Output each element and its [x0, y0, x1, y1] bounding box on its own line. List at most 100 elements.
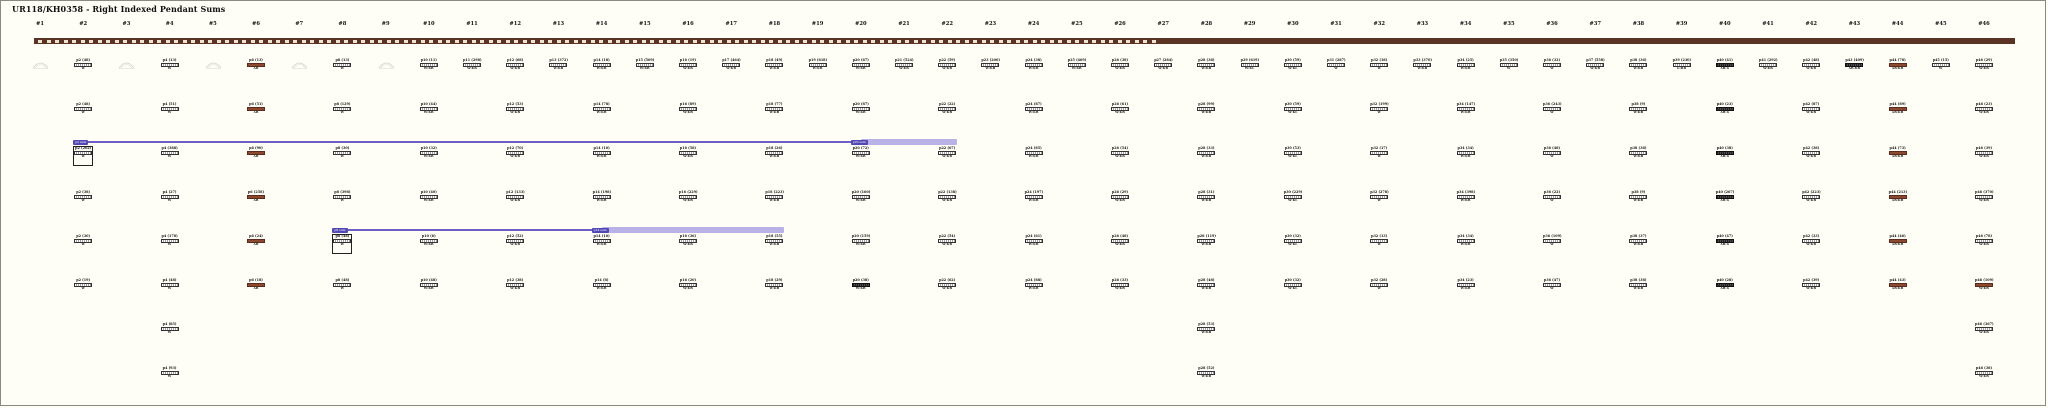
pendant-cell[interactable]: p4 (48) W — [160, 278, 179, 290]
pendant-cell[interactable]: p25 (469) W:KB — [1067, 58, 1086, 70]
pendant-cell[interactable]: p43 (409) AB:KB — [1845, 58, 1864, 70]
pendant-cell[interactable]: p8 (129) W — [333, 102, 352, 114]
pendant-cell[interactable]: p37 (558) W:KB — [1586, 58, 1605, 70]
pendant-cell[interactable]: p6 (258) AB — [247, 190, 265, 202]
pendant-cell[interactable]: p42 (39) W:KB — [1802, 278, 1821, 290]
pendant-cell[interactable]: p14 (10) W:KB — [592, 146, 611, 158]
pendant-cell[interactable]: p16 (89) W:KB — [679, 102, 697, 114]
pendant-cell[interactable]: p23 (200) W:KB — [981, 58, 1000, 70]
pendant-cell[interactable]: p24 (88) W:KB — [1024, 278, 1043, 290]
pendant-cell[interactable]: p2 (48) W — [74, 102, 93, 114]
pendant-cell[interactable]: p10 (40) W:KB — [419, 190, 438, 202]
pendant-cell[interactable]: p44 (89) AB:KB — [1888, 102, 1907, 114]
pendant-cell[interactable]: p45 (15) W — [1931, 58, 1950, 70]
pendant-cell[interactable]: p26 (38) W:KB — [1111, 58, 1129, 70]
pendant-cell[interactable]: p40 (28) AB:G — [1715, 278, 1734, 290]
pendant-cell[interactable]: p34 (34) W:KB — [1456, 234, 1475, 246]
pendant-cell[interactable]: p20 (160) W:KB — [851, 190, 870, 202]
pendant-cell[interactable]: p2 (38) W — [74, 190, 93, 202]
pendant-cell[interactable]: p28 (99) W:KB — [1197, 102, 1216, 114]
pendant-cell[interactable]: p8 (13) W — [333, 58, 352, 70]
pendant-cell[interactable]: p31 (287) W — [1327, 58, 1346, 70]
pendant-cell[interactable]: p2 (202) W — [74, 146, 93, 158]
pendant-cell[interactable]: p10 (11) W:KB — [419, 58, 438, 70]
pendant-cell[interactable]: p36 (22) W — [1543, 190, 1561, 202]
pendant-cell[interactable]: p4 (51) W — [160, 102, 179, 114]
pendant-cell[interactable]: p24 (87) W:KB — [1024, 102, 1043, 114]
pendant-cell[interactable]: p34 (398) W:KB — [1456, 190, 1475, 202]
pendant-cell[interactable]: p42 (33) W:KB — [1802, 234, 1821, 246]
pendant-cell[interactable]: p6 (90) AB — [247, 146, 265, 158]
pendant-cell[interactable]: p28 (119) W:KB — [1197, 234, 1216, 246]
pendant-cell[interactable]: p36 (48) W — [1543, 146, 1561, 158]
pendant-cell[interactable]: p20 (72) W:KB — [851, 146, 870, 158]
pendant-cell[interactable]: p46 (29) W:KB — [1975, 58, 1993, 70]
sum-link-start-tag[interactable]: p2 sum — [73, 139, 89, 145]
pendant-cell[interactable]: p36 (243) W — [1543, 102, 1562, 114]
pendant-cell[interactable]: p42 (38) W:KB — [1802, 146, 1821, 158]
pendant-cell[interactable]: p46 (38) W:KB — [1975, 366, 1993, 378]
pendant-cell[interactable]: p44 (213) AB:KB — [1888, 190, 1907, 202]
pendant-cell[interactable]: p10 (48) W:KB — [419, 278, 438, 290]
pendant-cell[interactable]: p34 (23) W:KB — [1456, 278, 1475, 290]
pendant-cell[interactable]: p30 (53) W:KL — [1283, 146, 1302, 158]
pendant-cell[interactable]: p32 (18) W — [1370, 58, 1389, 70]
pendant-cell[interactable]: p46 (109) W:KB — [1975, 278, 1994, 290]
pendant-cell[interactable]: p20 (38) W:KB — [851, 278, 870, 290]
pendant-cell[interactable]: p36 (32) W — [1543, 58, 1561, 70]
pendant-cell[interactable]: p12 (68) W:KB — [506, 58, 525, 70]
pendant-cell[interactable]: p44 (46) AB:KB — [1888, 234, 1907, 246]
pendant-cell[interactable]: p46 (39) W:KB — [1975, 146, 1993, 158]
pendant-cell[interactable]: p35 (350) W — [1499, 58, 1518, 70]
pendant-cell[interactable]: p14 (198) W:KB — [592, 190, 611, 202]
pendant-cell[interactable]: p10 (44) W:KB — [419, 102, 438, 114]
pendant-cell[interactable]: p40 (23) AB:G — [1715, 102, 1734, 114]
pendant-cell[interactable]: p22 (62) W:KB — [938, 278, 957, 290]
pendant-cell[interactable]: p29 (619) W:KL — [1240, 58, 1259, 70]
pendant-cell[interactable]: p18 (49) W:KB — [765, 58, 784, 70]
pendant-cell[interactable]: p34 (25) W:KB — [1456, 58, 1475, 70]
pendant-cell[interactable]: p46 (78) W:KB — [1975, 234, 1993, 246]
pendant-cell[interactable]: p18 (29) W:KB — [765, 278, 784, 290]
pendant-cell[interactable]: p4 (388) W — [160, 146, 179, 158]
pendant-cell[interactable]: p8 (30) W — [333, 146, 352, 158]
pendant-cell[interactable]: p30 (59) W:KL — [1283, 102, 1302, 114]
pendant-cell[interactable]: p38 (37) W:KB — [1629, 234, 1648, 246]
pendant-cell[interactable]: p36 (47) W — [1543, 278, 1561, 290]
pendant-cell[interactable]: p22 (54) W:KB — [938, 234, 957, 246]
pendant-cell[interactable]: p44 (78) AB:KB — [1888, 58, 1907, 70]
pendant-cell[interactable]: p40 (267) AB:G — [1715, 190, 1734, 202]
pendant-cell[interactable]: p6 (51) AB — [247, 102, 265, 114]
pendant-cell[interactable]: p16 (229) W:KB — [679, 190, 698, 202]
pendant-cell[interactable]: p36 (109) W — [1543, 234, 1562, 246]
pendant-cell[interactable]: p20 (159) W:KB — [851, 234, 870, 246]
pendant-cell[interactable]: p24 (85) W:KB — [1024, 146, 1043, 158]
pendant-cell[interactable]: p16 (19) W:KB — [679, 58, 697, 70]
pendant-cell[interactable]: p42 (48) W:KB — [1802, 58, 1821, 70]
pendant-cell[interactable]: p26 (33) W:KB — [1111, 278, 1129, 290]
pendant-cell[interactable]: p4 (27) W — [160, 190, 179, 202]
pendant-cell[interactable]: p22 (138) W:KB — [938, 190, 957, 202]
pendant-cell[interactable]: p6 (18) AB — [247, 278, 265, 290]
pendant-cell[interactable]: p26 (61) W:KB — [1111, 102, 1129, 114]
pendant-cell[interactable]: p40 (47) AB:G — [1715, 234, 1734, 246]
pendant-cell[interactable]: p10 (6) W:KB — [419, 234, 438, 246]
pendant-cell[interactable]: p17 (464) W:KB — [722, 58, 741, 70]
pendant-cell[interactable]: p38 (9) W:KB — [1629, 102, 1648, 114]
pendant-cell[interactable]: p22 (22) W:KB — [938, 102, 957, 114]
pendant-cell[interactable]: p32 (199) W — [1370, 102, 1389, 114]
sum-link-end-tag[interactable]: p14 sum — [591, 227, 609, 233]
pendant-cell[interactable]: p33 (370) W:KB — [1413, 58, 1432, 70]
pendant-cell[interactable]: p46 (370) W:KB — [1975, 190, 1994, 202]
pendant-cell[interactable]: p32 (28) W — [1370, 278, 1389, 290]
pendant-cell[interactable]: p42 (223) W:KB — [1802, 190, 1821, 202]
pendant-cell[interactable]: p34 (34) W:KB — [1456, 146, 1475, 158]
pendant-cell[interactable]: p28 (33) W:KB — [1197, 146, 1216, 158]
pendant-cell[interactable]: p18 (55) W:KB — [765, 234, 784, 246]
pendant-cell[interactable]: p6 (13) AB — [247, 58, 265, 70]
pendant-cell[interactable]: p44 (43) AB:KB — [1888, 278, 1907, 290]
pendant-cell[interactable]: p28 (48) W:KB — [1197, 278, 1216, 290]
sum-link-start-tag[interactable]: p8 sum — [332, 227, 348, 233]
pendant-cell[interactable]: p40 (41) AB:G — [1715, 58, 1734, 70]
pendant-cell[interactable]: p28 (31) W:KB — [1197, 190, 1216, 202]
